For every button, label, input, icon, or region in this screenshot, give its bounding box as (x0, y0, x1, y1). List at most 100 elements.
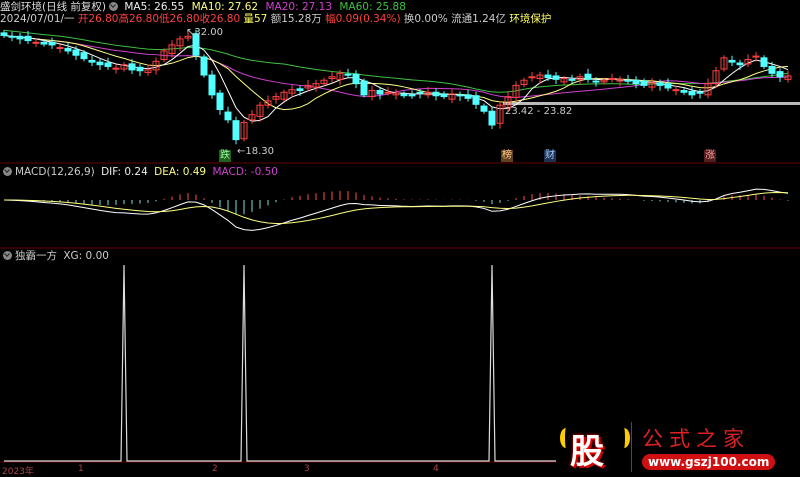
candle-body (80, 52, 88, 60)
candle-body (40, 41, 48, 45)
candle-body (544, 74, 552, 79)
ma5-value: MA5: 26.55 (124, 1, 185, 13)
candle-body (296, 88, 304, 92)
candle-body (112, 67, 120, 70)
ma20-value: MA20: 27.13 (265, 1, 333, 13)
time-label: 2 (212, 464, 218, 474)
candle-body (760, 57, 768, 67)
candle-body (472, 95, 480, 105)
candle-body (56, 46, 64, 49)
candle-body (8, 35, 16, 38)
support-zone-bar (503, 102, 800, 105)
candle-body (72, 49, 80, 56)
candle-body (592, 80, 600, 83)
candle-body (696, 91, 704, 94)
ma10-value: MA10: 27.62 (191, 1, 259, 13)
dea-line (3, 192, 789, 224)
low-price-label: ←18.30 (237, 146, 275, 157)
macd-value: MACD: -0.50 (212, 166, 278, 178)
dif-line (3, 188, 789, 231)
candle-body (200, 56, 208, 76)
low: 低26.80 (159, 13, 200, 25)
candle-body (344, 73, 352, 76)
candle-body (224, 111, 232, 121)
badge-bang[interactable]: 榜 (501, 150, 513, 162)
candle-body (608, 77, 616, 80)
candle-body (128, 63, 136, 71)
time-label: 2023年 (2, 467, 34, 477)
candle-body (736, 62, 744, 66)
xg-label: 独霸一方 (15, 250, 57, 262)
candle-body (624, 79, 632, 82)
candle-body (640, 80, 648, 86)
time-label: 1 (78, 464, 84, 474)
turnover: 换0.00% (403, 13, 448, 25)
candle-body (352, 73, 360, 85)
candle-body (376, 90, 384, 95)
horn-icon (560, 428, 572, 448)
candle-body (32, 41, 40, 44)
time-label: 3 (304, 464, 310, 474)
ma60-value: MA60: 25.88 (339, 1, 406, 13)
sector[interactable]: 环境保护 (509, 13, 551, 25)
candle-body (104, 62, 112, 67)
dea-value: DEA: 0.49 (154, 166, 207, 178)
macd-header: MACD(12,26,9) DIF: 0.24 DEA: 0.49 MACD: … (0, 166, 278, 178)
amount: 额15.28万 (270, 13, 322, 25)
candle-body (384, 91, 392, 94)
open: 开26.80 (77, 13, 119, 25)
candle-body (408, 94, 416, 97)
candle-body (552, 75, 560, 80)
candle-body (136, 66, 144, 72)
xg-value: XG: 0.00 (63, 250, 109, 262)
candle-body (728, 59, 736, 63)
candle-body (688, 90, 696, 96)
logo-name: 公式之家 (642, 427, 750, 451)
macd-label: MACD(12,26,9) (15, 166, 95, 178)
badge-cai[interactable]: 财 (544, 150, 556, 162)
dropdown-icon[interactable] (3, 251, 12, 260)
candle-body (24, 35, 32, 42)
candle-body (568, 78, 576, 81)
candle-body (664, 83, 672, 89)
candle-body (488, 110, 496, 126)
time-label: 4 (433, 464, 439, 474)
dropdown-icon[interactable] (109, 2, 119, 11)
candle-body (64, 47, 72, 52)
watermark-logo: 股 公式之家 www.gszj100.com (556, 418, 800, 476)
horn-icon (618, 428, 630, 448)
candle-body (584, 73, 592, 80)
candle-body (480, 105, 488, 112)
candle-body (16, 35, 24, 40)
candle-body (208, 74, 216, 96)
candle-body (216, 92, 224, 110)
float-shares: 流通1.24亿 (451, 13, 506, 25)
candle-body (528, 76, 536, 79)
logo-char: 股 (570, 432, 604, 472)
badge-die[interactable]: 跌 (219, 150, 231, 162)
candle-body (632, 79, 640, 85)
zone-label: 23.42 - 23.82 (505, 106, 573, 117)
change: 幅0.09(0.34%) (325, 13, 401, 25)
close: 收26.80 (199, 13, 241, 25)
xg-header: 独霸一方 XG: 0.00 (0, 250, 109, 262)
candle-body (400, 93, 408, 97)
candle-body (464, 94, 472, 99)
candle-body (776, 71, 784, 78)
candle-body (432, 91, 440, 97)
quote-info: 2024/07/01/一 开26.80高26.80低26.80收26.80 量5… (0, 13, 551, 25)
dropdown-icon[interactable] (3, 167, 12, 176)
dif-value: DIF: 0.24 (101, 166, 148, 178)
date: 2024/07/01/一 (0, 13, 75, 25)
candle-body (752, 55, 760, 58)
candle-body (768, 65, 776, 74)
candle-body (360, 80, 368, 96)
candle-body (456, 94, 464, 97)
high: 高26.80 (118, 13, 160, 25)
high-price-label: ↖32.00 (186, 27, 224, 38)
volume: 量57 (243, 13, 268, 25)
candle-body (440, 93, 448, 98)
badge-zhang[interactable]: 涨 (704, 150, 716, 162)
stock-title: 盛剑环境(日线 前复权) (0, 1, 107, 13)
candle-body (672, 89, 680, 92)
